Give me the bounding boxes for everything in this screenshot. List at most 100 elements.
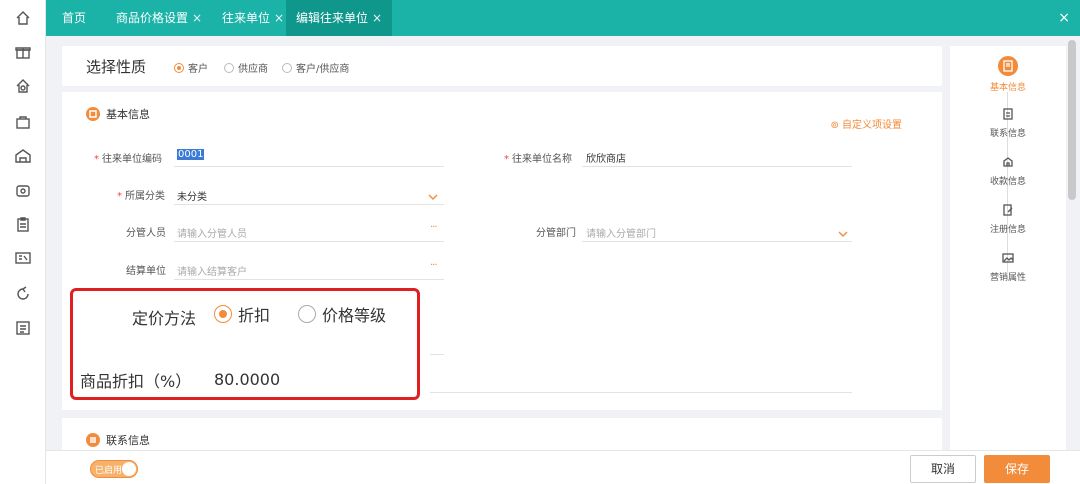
toggle-label: 已启用	[95, 466, 123, 476]
custom-fields-link[interactable]: ⊚ 自定义项设置	[830, 116, 902, 131]
clipboard-icon[interactable]	[13, 214, 33, 234]
code-label: * 往来单位编码	[94, 150, 162, 165]
nav-label: 营销属性	[989, 273, 1026, 283]
contact-info-heading: 联系信息	[86, 432, 150, 448]
code-underline	[174, 166, 444, 167]
required-mark: *	[504, 154, 509, 165]
scrollbar[interactable]	[1068, 40, 1076, 200]
section-title: 联系信息	[106, 434, 150, 447]
tab-edit-partner[interactable]: 编辑往来单位 ×	[286, 0, 393, 36]
tab-price-settings[interactable]: 商品价格设置 ×	[116, 0, 202, 36]
nature-select-card: 选择性质 客户 供应商 客户/供应商	[62, 46, 942, 86]
name-label: * 往来单位名称	[504, 150, 572, 165]
tab-partners[interactable]: 往来单位 ×	[222, 0, 284, 36]
dept-label: 分管部门	[536, 228, 576, 239]
image-icon	[1000, 250, 1016, 266]
list-doc-icon[interactable]	[13, 318, 33, 338]
more-icon[interactable]: ···	[430, 222, 437, 233]
house-gear-icon[interactable]	[13, 76, 33, 96]
radio-label: 供应商	[238, 64, 268, 75]
radio-label: 客户	[188, 64, 208, 75]
enabled-toggle[interactable]: 已启用	[90, 460, 138, 478]
radio-dot-icon	[224, 62, 234, 73]
code-input[interactable]: 0001	[177, 149, 205, 160]
tab-label: 往来单位	[222, 11, 271, 25]
required-mark: *	[94, 154, 99, 165]
gift-icon[interactable]	[13, 42, 33, 62]
bag-icon[interactable]	[13, 112, 33, 132]
radio-dot-icon	[174, 62, 184, 73]
radio-discount[interactable]: 折扣	[214, 302, 270, 326]
document-icon	[998, 56, 1018, 76]
nav-label: 基本信息	[989, 83, 1026, 93]
nav-payment-info[interactable]: 收款信息	[950, 154, 1066, 187]
radio-dot-icon	[214, 305, 232, 323]
manager-label: 分管人员	[126, 228, 166, 239]
tab-label: 首页	[62, 11, 87, 25]
warehouse-icon[interactable]	[13, 146, 33, 166]
name-input[interactable]: 欣欣商店	[586, 150, 626, 165]
label-text: 往来单位编码	[102, 154, 162, 165]
payment-icon	[1000, 154, 1016, 170]
home-icon[interactable]	[13, 8, 33, 28]
tab-home[interactable]: 首页	[62, 0, 86, 36]
close-icon[interactable]: ×	[372, 11, 382, 25]
pricing-method-label: 定价方法	[132, 309, 197, 328]
anchor-nav: 基本信息 联系信息 收款信息 注册信息 营销属性	[950, 46, 1066, 456]
section-title: 基本信息	[106, 108, 150, 121]
contact-card-icon	[1000, 106, 1016, 122]
refresh-icon[interactable]	[13, 284, 33, 304]
radio-label: 客户/供应商	[296, 64, 350, 75]
name-underline	[582, 166, 852, 167]
radio-dot-icon	[282, 62, 292, 73]
manager-underline	[174, 241, 444, 242]
more-icon[interactable]: ···	[430, 260, 437, 271]
category-label: * 所属分类	[117, 187, 165, 202]
required-mark: *	[117, 191, 122, 202]
cash-icon[interactable]	[13, 180, 33, 200]
radio-label: 折扣	[238, 306, 271, 325]
nature-title: 选择性质	[86, 58, 147, 76]
nav-label: 收款信息	[989, 177, 1026, 187]
category-select[interactable]: 未分类	[177, 188, 207, 203]
close-icon[interactable]: ×	[192, 11, 202, 25]
edit-document-icon	[1000, 202, 1016, 218]
dept-underline	[582, 241, 852, 242]
settle-input[interactable]: 请输入结算客户	[177, 263, 247, 278]
report-icon[interactable]	[13, 248, 33, 268]
basic-info-heading: 基本信息	[86, 106, 150, 122]
discount-underline	[430, 392, 852, 393]
label-text: 所属分类	[125, 191, 165, 202]
nav-marketing-attrs[interactable]: 营销属性	[950, 250, 1066, 283]
document-icon	[86, 107, 100, 121]
nav-basic-info[interactable]: 基本信息	[950, 56, 1066, 93]
close-icon[interactable]: ×	[274, 11, 284, 25]
radio-customer[interactable]: 客户	[174, 60, 208, 75]
manager-input[interactable]: 请输入分管人员	[177, 225, 247, 240]
hidden-underline	[430, 354, 444, 355]
discount-label: 商品折扣（%）	[80, 372, 192, 391]
left-sidebar	[0, 0, 46, 484]
discount-input[interactable]: 80.0000	[214, 370, 280, 389]
category-underline	[174, 204, 444, 205]
nav-contact-info[interactable]: 联系信息	[950, 106, 1066, 139]
nav-label: 注册信息	[989, 225, 1026, 235]
radio-customer-supplier[interactable]: 客户/供应商	[282, 60, 349, 75]
radio-supplier[interactable]: 供应商	[224, 60, 268, 75]
settle-label: 结算单位	[126, 266, 166, 277]
toggle-knob	[122, 462, 136, 476]
save-button[interactable]: 保存	[984, 455, 1050, 483]
dept-input[interactable]: 请输入分管部门	[586, 225, 656, 240]
chevron-down-icon[interactable]	[838, 224, 848, 237]
contact-card-icon	[86, 433, 100, 447]
label-text: 往来单位名称	[512, 154, 572, 165]
nav-registration-info[interactable]: 注册信息	[950, 202, 1066, 235]
nav-label: 联系信息	[989, 129, 1026, 139]
radio-dot-icon	[298, 305, 316, 323]
close-all-icon[interactable]: ×	[1058, 0, 1070, 36]
chevron-down-icon[interactable]	[428, 187, 438, 200]
tab-label: 编辑往来单位	[296, 11, 369, 25]
radio-label: 价格等级	[322, 306, 387, 325]
radio-price-level[interactable]: 价格等级	[298, 302, 386, 326]
cancel-button[interactable]: 取消	[910, 455, 976, 483]
